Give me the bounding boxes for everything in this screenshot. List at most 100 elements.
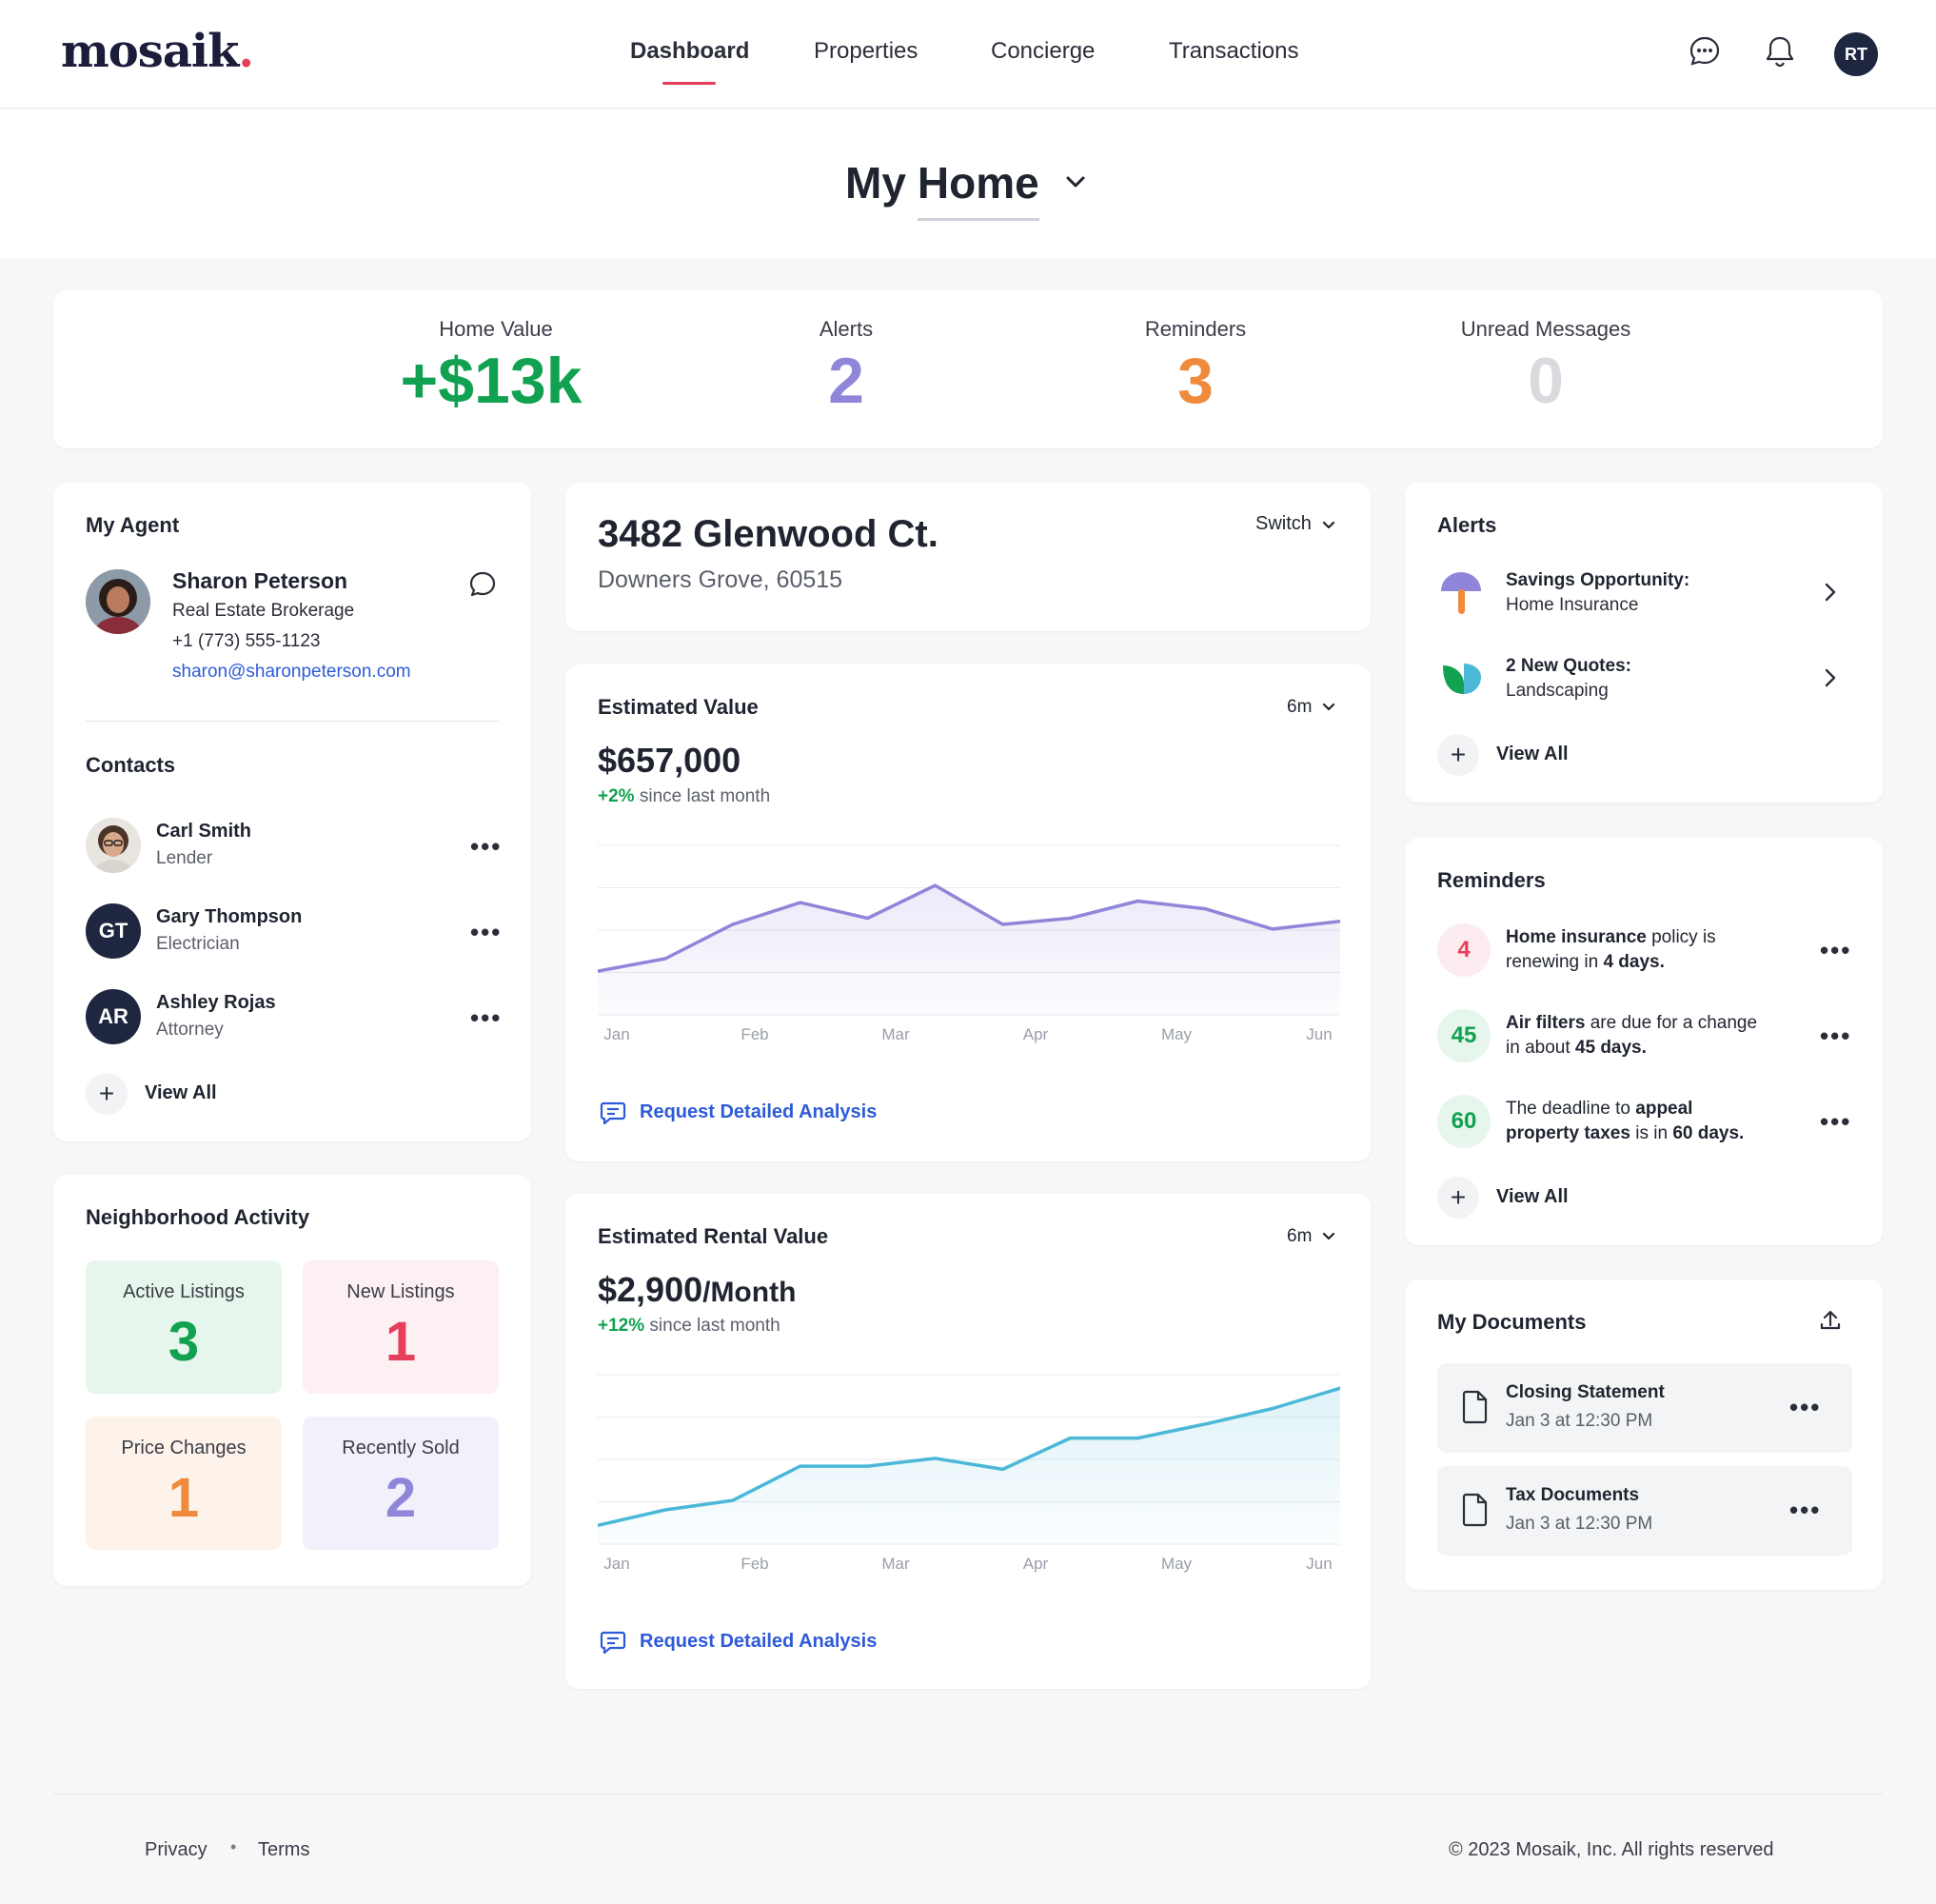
tile-price-changes[interactable]: Price Changes 1 [86, 1417, 282, 1550]
series-area [598, 1388, 1340, 1544]
contacts-title: Contacts [86, 753, 176, 777]
contact-role: Attorney [156, 1020, 224, 1040]
plus-icon[interactable]: + [86, 1073, 128, 1115]
estimated-value-amount: $657,000 [598, 741, 741, 780]
contact-avatar-photo [86, 818, 141, 873]
x-tick-label: May [1161, 1555, 1193, 1573]
contact-role: Lender [156, 848, 213, 868]
tile-label: Recently Sold [342, 1438, 460, 1458]
x-tick-label: Mar [881, 1555, 910, 1573]
x-tick-label: Jan [603, 1555, 629, 1573]
estimated-rental-chart: Jan Feb Mar Apr May Jun [598, 1374, 1340, 1573]
chevron-down-icon[interactable] [1321, 701, 1336, 718]
contacts-view-all[interactable]: View All [145, 1082, 217, 1104]
stat-label-home-value: Home Value [439, 317, 553, 341]
chevron-down-icon[interactable] [1321, 519, 1336, 536]
reminder-days-badge: 60 [1437, 1095, 1491, 1148]
stat-value-unread-messages: 0 [1528, 345, 1564, 417]
estimated-value-card: Estimated Value 6m $657,000 +2% since la… [565, 664, 1371, 1161]
document-row[interactable]: Tax Documents Jan 3 at 12:30 PM ••• [1437, 1466, 1852, 1556]
home-selector[interactable]: Home [917, 157, 1039, 221]
x-tick-label: Feb [741, 1025, 768, 1043]
switch-property-button[interactable]: Switch [1255, 513, 1312, 535]
chevron-right-icon[interactable] [1824, 582, 1837, 607]
mosaik-logo[interactable]: mosaik. [61, 25, 254, 78]
request-analysis-link[interactable]: Request Detailed Analysis [640, 1631, 877, 1653]
agent-email[interactable]: sharon@sharonpeterson.com [172, 662, 411, 683]
document-row[interactable]: Closing Statement Jan 3 at 12:30 PM ••• [1437, 1363, 1852, 1453]
upload-icon[interactable] [1818, 1308, 1843, 1338]
stat-value-alerts: 2 [828, 345, 864, 417]
tile-new-listings[interactable]: New Listings 1 [303, 1260, 499, 1394]
file-icon [1462, 1390, 1489, 1429]
user-avatar[interactable]: RT [1834, 32, 1878, 76]
chevron-down-icon[interactable] [1321, 1230, 1336, 1247]
estimated-rental-amount: $2,900/Month [598, 1270, 797, 1309]
more-options-icon[interactable]: ••• [1820, 1109, 1851, 1134]
estimated-value-change: +2% since last month [598, 786, 771, 806]
more-options-icon[interactable]: ••• [470, 834, 502, 859]
summary-card: Home Value +$13k Alerts 2 Reminders 3 Un… [53, 290, 1883, 448]
footer-divider [53, 1794, 1883, 1795]
nav-dashboard[interactable]: Dashboard [630, 38, 749, 65]
reminders-card: Reminders 4 Home insurance policy is ren… [1405, 838, 1883, 1245]
estimated-rental-change: +12% since last month [598, 1316, 780, 1336]
neighborhood-title: Neighborhood Activity [86, 1205, 310, 1229]
chat-bubble-icon[interactable] [468, 570, 497, 604]
nav-active-indicator [662, 82, 716, 85]
reminders-title: Reminders [1437, 868, 1546, 892]
agent-name: Sharon Peterson [172, 568, 348, 593]
agent-avatar [86, 569, 150, 634]
chevron-down-icon[interactable] [1064, 174, 1087, 194]
top-navbar: mosaik. Dashboard Properties Concierge T… [0, 0, 1936, 109]
alert-title: 2 New Quotes: [1506, 656, 1631, 676]
x-tick-label: May [1161, 1025, 1193, 1043]
tile-recently-sold[interactable]: Recently Sold 2 [303, 1417, 499, 1550]
range-selector[interactable]: 6m [1287, 1226, 1312, 1247]
nav-transactions[interactable]: Transactions [1169, 38, 1299, 65]
more-options-icon[interactable]: ••• [1789, 1497, 1821, 1522]
plus-icon[interactable]: + [1437, 1177, 1479, 1219]
tile-value: 2 [385, 1467, 417, 1529]
estimated-value-chart: Jan Feb Mar Apr May Jun [598, 844, 1340, 1043]
more-options-icon[interactable]: ••• [470, 920, 502, 944]
chevron-right-icon[interactable] [1824, 667, 1837, 693]
agent-divider [86, 721, 499, 722]
tile-value: 3 [168, 1311, 200, 1373]
nav-properties[interactable]: Properties [814, 38, 918, 65]
tile-value: 1 [168, 1467, 200, 1529]
x-tick-label: Apr [1023, 1555, 1049, 1573]
message-icon[interactable] [600, 1630, 626, 1659]
agent-phone[interactable]: +1 (773) 555-1123 [172, 631, 320, 652]
more-options-icon[interactable]: ••• [470, 1005, 502, 1030]
message-icon[interactable] [600, 1101, 626, 1130]
reminders-view-all[interactable]: View All [1496, 1186, 1569, 1208]
tile-active-listings[interactable]: Active Listings 3 [86, 1260, 282, 1394]
more-options-icon[interactable]: ••• [1820, 1023, 1851, 1048]
reminder-days-badge: 45 [1437, 1009, 1491, 1062]
plus-icon[interactable]: + [1437, 734, 1479, 776]
messages-icon[interactable] [1686, 32, 1724, 70]
alerts-view-all[interactable]: View All [1496, 744, 1569, 765]
estimated-rental-title: Estimated Rental Value [598, 1224, 829, 1248]
more-options-icon[interactable]: ••• [1789, 1395, 1821, 1419]
footer-terms-link[interactable]: Terms [258, 1839, 309, 1861]
alert-title: Savings Opportunity: [1506, 570, 1690, 590]
estimated-value-title: Estimated Value [598, 695, 759, 719]
document-date: Jan 3 at 12:30 PM [1506, 1411, 1653, 1431]
agent-contacts-card: My Agent Sharon Peterson Real Estate Bro… [53, 483, 531, 1141]
range-selector[interactable]: 6m [1287, 697, 1312, 718]
tile-label: Active Listings [123, 1281, 245, 1302]
nav-concierge[interactable]: Concierge [991, 38, 1095, 65]
footer-privacy-link[interactable]: Privacy [145, 1839, 207, 1861]
document-name: Tax Documents [1506, 1485, 1640, 1505]
reminder-text: The deadline to appeal property taxes is… [1506, 1099, 1745, 1143]
bell-icon[interactable] [1761, 32, 1799, 70]
stat-label-reminders: Reminders [1144, 317, 1247, 341]
request-analysis-link[interactable]: Request Detailed Analysis [640, 1101, 877, 1123]
file-icon [1462, 1493, 1489, 1532]
x-tick-label: Mar [881, 1025, 910, 1043]
footer-copyright: © 2023 Mosaik, Inc. All rights reserved [1449, 1839, 1774, 1860]
more-options-icon[interactable]: ••• [1820, 938, 1851, 962]
umbrella-icon [1439, 570, 1483, 621]
